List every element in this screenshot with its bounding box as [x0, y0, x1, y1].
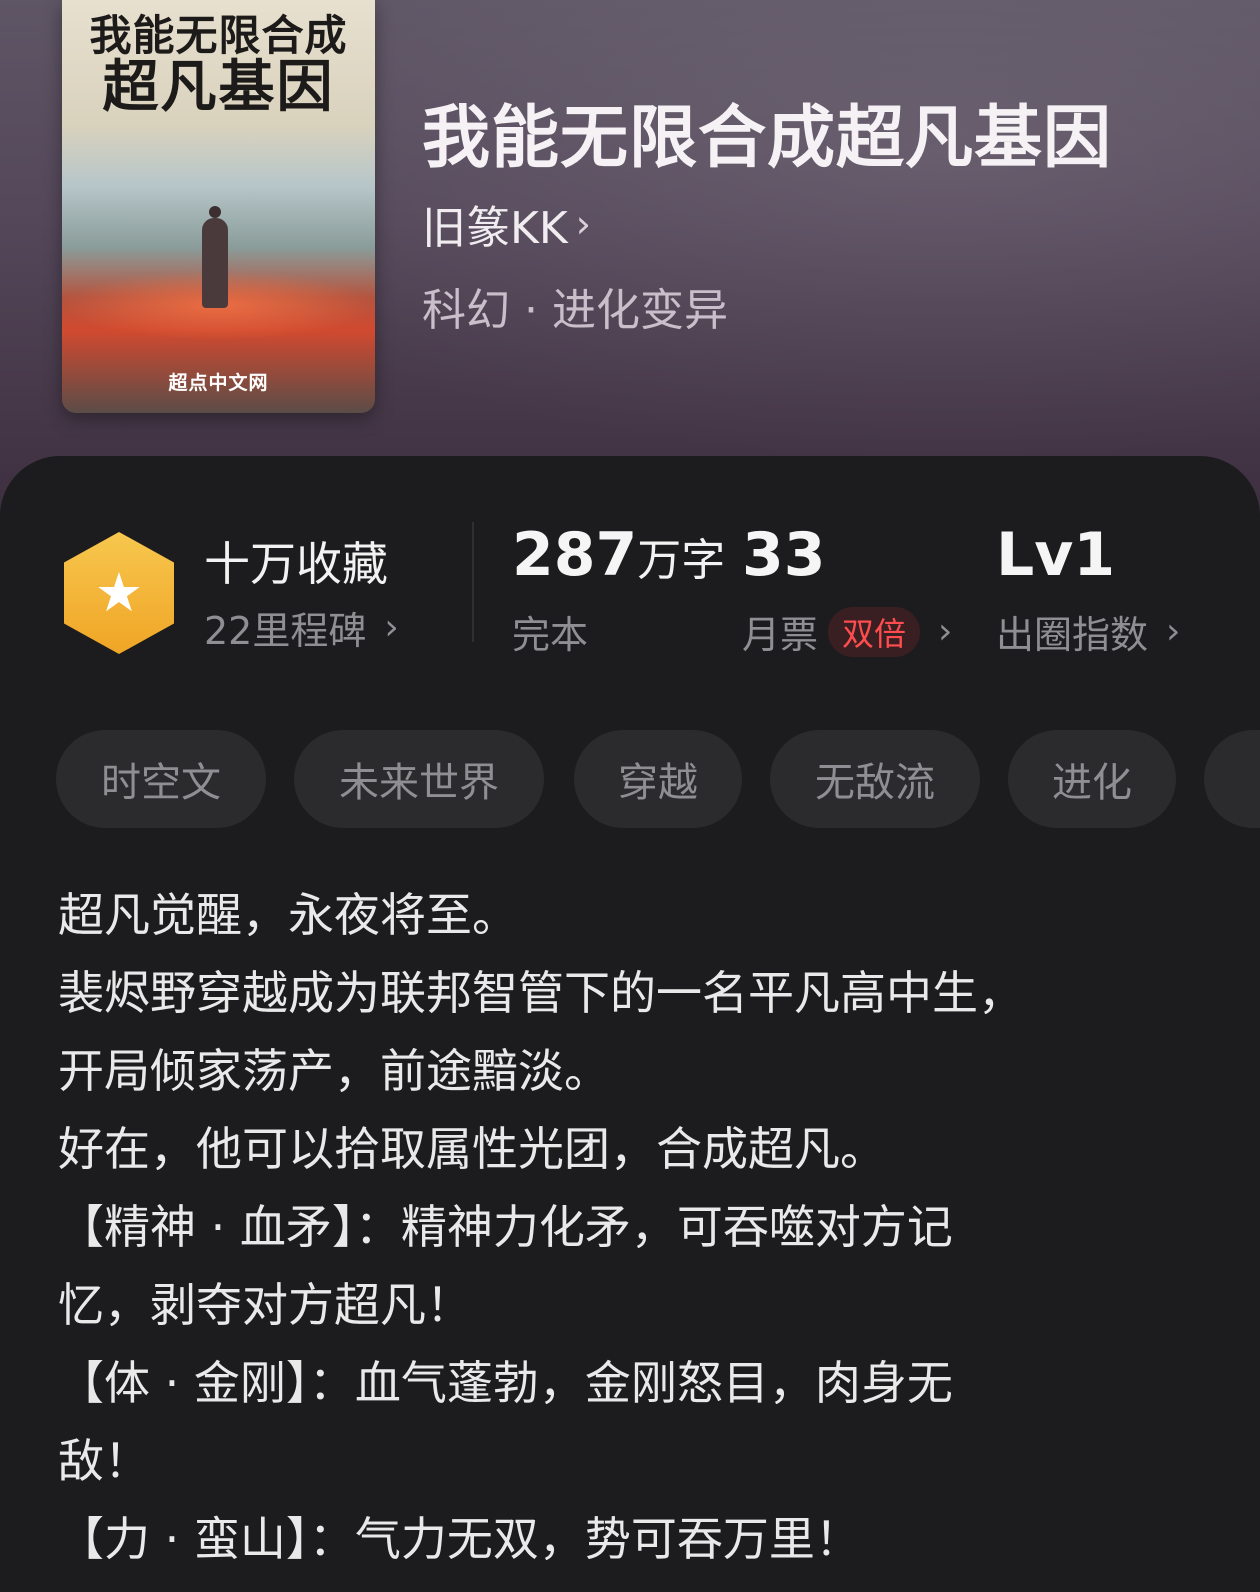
description-line: 裴烬野穿越成为联邦智管下的一名平凡高中生， — [58, 966, 1024, 1020]
monthly-ticket-count: 33 — [742, 520, 826, 590]
monthly-ticket-value: 33 — [742, 520, 826, 590]
star-icon: ★ — [94, 561, 144, 624]
milestone-link[interactable]: 22里程碑 › — [204, 600, 399, 655]
tag-chip[interactable]: 未来世界 — [294, 730, 544, 828]
word-count: 287万字 — [512, 520, 725, 590]
description-line: 【精神 · 血矛】：精神力化矛，可吞噬对方记 — [58, 1200, 953, 1254]
level-value: Lv1 — [996, 520, 1116, 590]
cover-title-line1: 我能无限合成 — [89, 11, 348, 60]
tag-chip[interactable]: 进化 — [1008, 730, 1176, 828]
level-stat: Lv1 — [996, 520, 1115, 590]
description-line: 【力 · 蛮山】：气力无双，势可吞万里！ — [58, 1512, 861, 1566]
monthly-ticket-label: 月票 — [742, 613, 819, 657]
description-line: 好在，他可以拾取属性光团，合成超凡。 — [58, 1122, 886, 1176]
chevron-right-icon: › — [575, 202, 591, 246]
stats-divider — [472, 522, 474, 642]
description-line: 【体 · 金刚】：血气蓬勃，金刚怒目，肉身无 — [58, 1356, 953, 1410]
chevron-right-icon: › — [384, 607, 399, 648]
description-line: 开局倾家荡产，前途黯淡。 — [58, 1044, 610, 1098]
description-line: 超凡觉醒，永夜将至。 — [58, 888, 518, 942]
cover-figure-illustration — [202, 206, 228, 308]
popularity-index-label: 出圈指数 — [996, 613, 1149, 657]
tag-chip[interactable]: 无敌流 — [770, 730, 980, 828]
tag-chip[interactable]: 热 — [1204, 730, 1260, 828]
book-cover[interactable]: 我能无限合成 超凡基因 超点中文网 — [62, 0, 375, 413]
tag-list: 时空文 未来世界 穿越 无敌流 进化 热 — [56, 730, 1260, 828]
author-link[interactable]: 旧篆KK › — [422, 192, 591, 256]
collection-count: 十万收藏 — [204, 537, 388, 591]
cover-title: 我能无限合成 超凡基因 — [62, 11, 375, 121]
monthly-ticket-link[interactable]: 月票 双倍 › — [742, 604, 952, 659]
word-count-value: 287 — [512, 520, 638, 590]
tag-chip[interactable]: 时空文 — [56, 730, 266, 828]
book-description: 超凡觉醒，永夜将至。 裴烬野穿越成为联邦智管下的一名平凡高中生， 开局倾家荡产，… — [58, 876, 1208, 1578]
description-line: 敌！ — [58, 1434, 150, 1488]
book-category: 科幻 · 进化变异 — [422, 285, 728, 336]
description-line: 忆，剥夺对方超凡！ — [58, 1278, 472, 1332]
author-name: 旧篆KK — [422, 203, 568, 254]
cover-publisher: 超点中文网 — [168, 372, 269, 394]
book-title: 我能无限合成超凡基因 — [422, 98, 1113, 178]
completion-status: 完本 — [512, 613, 589, 657]
tag-chip[interactable]: 穿越 — [574, 730, 742, 828]
cover-title-line2: 超凡基因 — [102, 54, 335, 121]
chevron-right-icon: › — [938, 611, 953, 652]
milestone-label: 22里程碑 — [204, 609, 367, 653]
chevron-right-icon: › — [1166, 611, 1181, 652]
word-count-unit: 万字 — [637, 535, 726, 586]
popularity-index-link[interactable]: 出圈指数 › — [996, 604, 1180, 659]
double-badge: 双倍 — [828, 606, 921, 657]
